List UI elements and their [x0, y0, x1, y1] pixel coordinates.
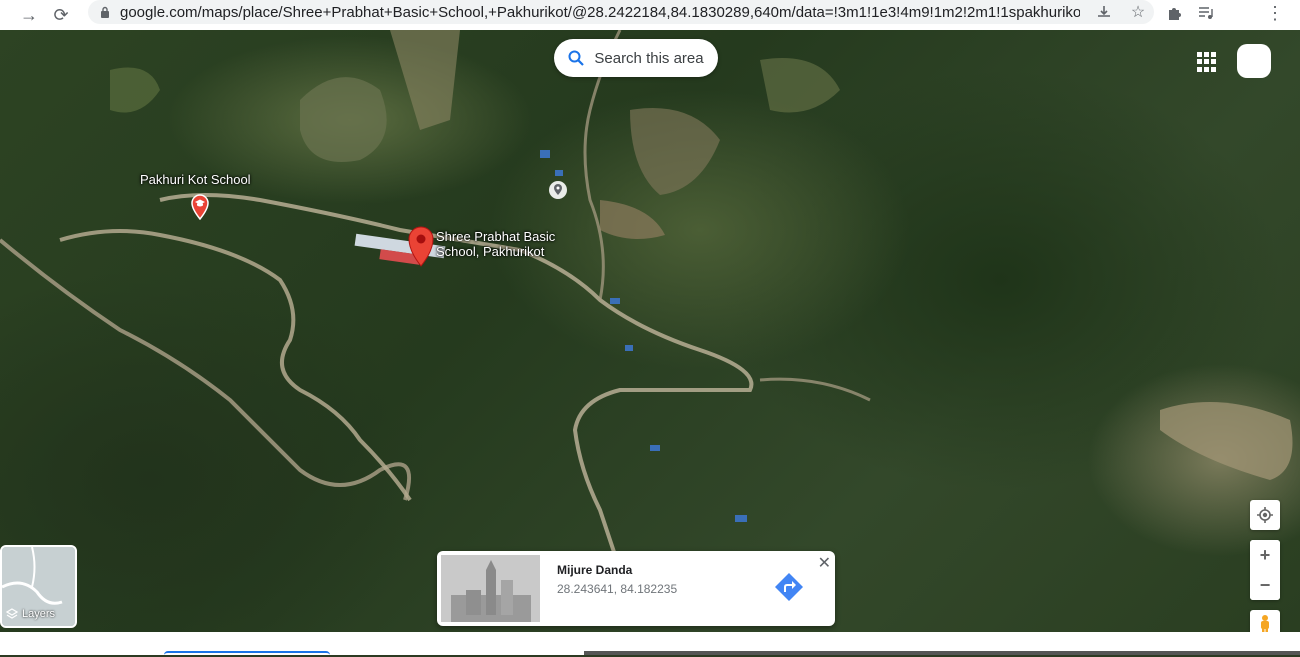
map-controls: + − [1250, 500, 1280, 632]
media-playlist-icon[interactable] [1196, 3, 1216, 23]
school-pin-icon[interactable] [188, 192, 212, 220]
bottom-tab-fragment [164, 651, 330, 657]
place-thumbnail[interactable] [441, 555, 540, 622]
search-this-area-button[interactable]: Search this area [554, 39, 718, 77]
url-text[interactable]: google.com/maps/place/Shree+Prabhat+Basi… [120, 4, 1080, 21]
install-app-icon[interactable] [1094, 2, 1114, 22]
place-label-line2: School, Pakhurikot [436, 244, 545, 259]
minus-icon: − [1259, 574, 1271, 595]
pegman-icon [1261, 615, 1269, 632]
location-marker-icon[interactable] [548, 180, 568, 200]
forward-arrow-icon[interactable]: → [14, 3, 44, 27]
zoom-out-button[interactable]: − [1250, 570, 1280, 600]
reload-icon[interactable]: ⟳ [46, 3, 76, 27]
street-view-thumbnail-image [441, 555, 540, 622]
layers-label: Layers [22, 608, 56, 620]
layers-button[interactable]: Layers [0, 545, 77, 628]
place-info-card[interactable]: Mijure Danda 28.243641, 84.182235 ✕ [437, 551, 835, 626]
zoom-in-button[interactable]: + [1250, 540, 1280, 570]
selected-place-pin-icon[interactable] [406, 225, 436, 267]
browser-toolbar: → ⟳ google.com/maps/place/Shree+Prabhat+… [0, 0, 1300, 30]
browser-menu-icon[interactable]: ⋮ [1266, 3, 1284, 24]
street-view-pegman-button[interactable] [1250, 610, 1280, 632]
place-label-shree-prabhat[interactable]: Shree Prabhat Basic School, Pakhurikot [436, 229, 555, 259]
place-title: Mijure Danda [557, 563, 633, 577]
satellite-map[interactable]: Search this area Pakhuri Kot School Shre… [0, 30, 1300, 632]
google-apps-icon[interactable] [1197, 52, 1217, 72]
map-roads [0, 30, 1293, 571]
my-location-icon [1257, 507, 1273, 523]
address-bar[interactable]: google.com/maps/place/Shree+Prabhat+Basi… [88, 0, 1154, 24]
close-icon[interactable]: ✕ [818, 553, 831, 573]
layers-label-group: Layers [6, 608, 55, 620]
search-icon [568, 50, 585, 66]
lock-icon [98, 5, 112, 19]
avatar[interactable] [1237, 44, 1271, 78]
search-this-area-label: Search this area [594, 49, 704, 67]
directions-icon[interactable] [773, 571, 805, 603]
plus-icon: + [1259, 544, 1271, 565]
zoom-controls: + − [1250, 540, 1280, 600]
extensions-puzzle-icon[interactable] [1164, 3, 1184, 23]
attribution-bar [584, 651, 1300, 655]
place-coordinates: 28.243641, 84.182235 [557, 582, 678, 596]
my-location-button[interactable] [1250, 500, 1280, 530]
bookmark-star-icon[interactable]: ☆ [1128, 2, 1148, 22]
place-label-line1: Shree Prabhat Basic [436, 229, 556, 244]
place-label-pakhuri-kot-school[interactable]: Pakhuri Kot School [140, 172, 251, 187]
layers-icon [6, 608, 18, 619]
